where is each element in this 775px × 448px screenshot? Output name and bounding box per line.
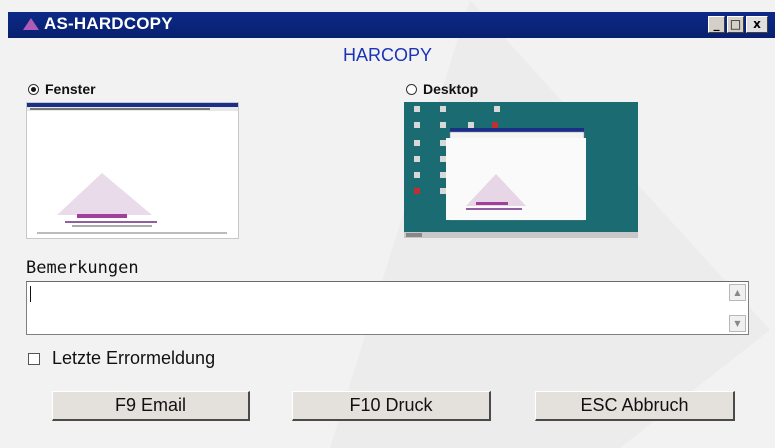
window-title: AS-HARDCOPY — [44, 14, 173, 33]
arrow-down-icon[interactable]: ▼ — [729, 315, 746, 332]
desktop-preview[interactable] — [404, 102, 638, 238]
text-caret — [30, 286, 31, 302]
triangle-logo-icon — [23, 18, 39, 30]
option-fenster[interactable]: Fenster — [28, 81, 96, 97]
remarks-label: Bemerkungen — [26, 258, 139, 278]
minimize-button[interactable]: _ — [708, 16, 725, 33]
print-button[interactable]: F10 Druck — [292, 391, 491, 421]
fenster-radio[interactable] — [28, 83, 39, 95]
desktop-label: Desktop — [423, 81, 479, 97]
error-checkbox[interactable] — [28, 352, 40, 365]
maximize-button[interactable]: □ — [727, 16, 744, 33]
title-bar[interactable]: AS-HARDCOPY _ □ x — [8, 12, 775, 38]
cancel-button[interactable]: ESC Abbruch — [535, 391, 735, 421]
fenster-label: Fenster — [45, 81, 96, 97]
option-desktop[interactable]: Desktop — [406, 81, 478, 97]
error-checkbox-row[interactable]: Letzte Errormeldung — [28, 348, 215, 369]
desktop-radio[interactable] — [406, 83, 417, 95]
arrow-up-icon[interactable]: ▲ — [729, 284, 746, 301]
remarks-textarea[interactable]: ▲ ▼ — [26, 281, 749, 335]
close-button[interactable]: x — [746, 16, 768, 33]
email-button[interactable]: F9 Email — [52, 391, 250, 421]
desktop-preview-image — [404, 102, 638, 238]
hardcopy-window: AS-HARDCOPY _ □ x HARCOPY Fenster Deskto… — [0, 0, 775, 448]
error-checkbox-label: Letzte Errormeldung — [52, 348, 216, 368]
fenster-preview-image — [27, 103, 238, 234]
page-heading: HARCOPY — [342, 45, 432, 65]
fenster-preview[interactable] — [26, 102, 239, 239]
